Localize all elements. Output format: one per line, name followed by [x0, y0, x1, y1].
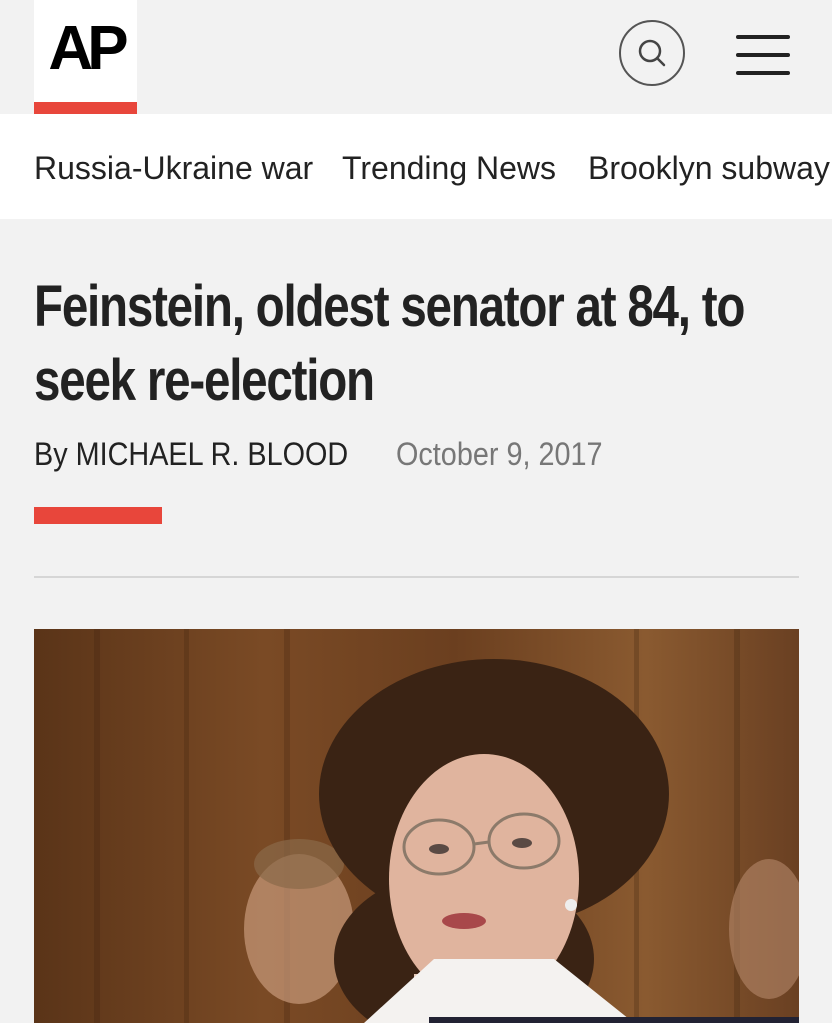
hamburger-menu-icon [736, 35, 790, 39]
ap-logo[interactable]: AP [34, 0, 137, 114]
accent-bar [34, 507, 162, 524]
search-icon [638, 39, 666, 67]
article-photo[interactable] [34, 629, 799, 1023]
trending-nav: Russia-Ukraine war Trending News Brookly… [0, 114, 832, 219]
logo-accent-bar [34, 102, 137, 114]
article-headline: Feinstein, oldest senator at 84, to seek… [34, 274, 745, 413]
logo-text: AP [48, 14, 128, 83]
article-byline[interactable]: By MICHAEL R. BLOOD [34, 436, 348, 473]
nav-item-brooklyn-subway[interactable]: Brooklyn subway [588, 150, 830, 187]
site-header: AP [0, 0, 832, 114]
menu-button[interactable] [736, 33, 792, 77]
nav-item-russia-ukraine-war[interactable]: Russia-Ukraine war [34, 150, 313, 187]
photo-illustration [94, 629, 799, 1023]
divider [34, 576, 799, 578]
search-button[interactable] [619, 20, 685, 86]
article-date: October 9, 2017 [396, 436, 603, 472]
nav-item-trending-news[interactable]: Trending News [342, 150, 556, 187]
hamburger-menu-icon-line [736, 71, 790, 75]
hamburger-menu-icon-line [736, 53, 790, 57]
